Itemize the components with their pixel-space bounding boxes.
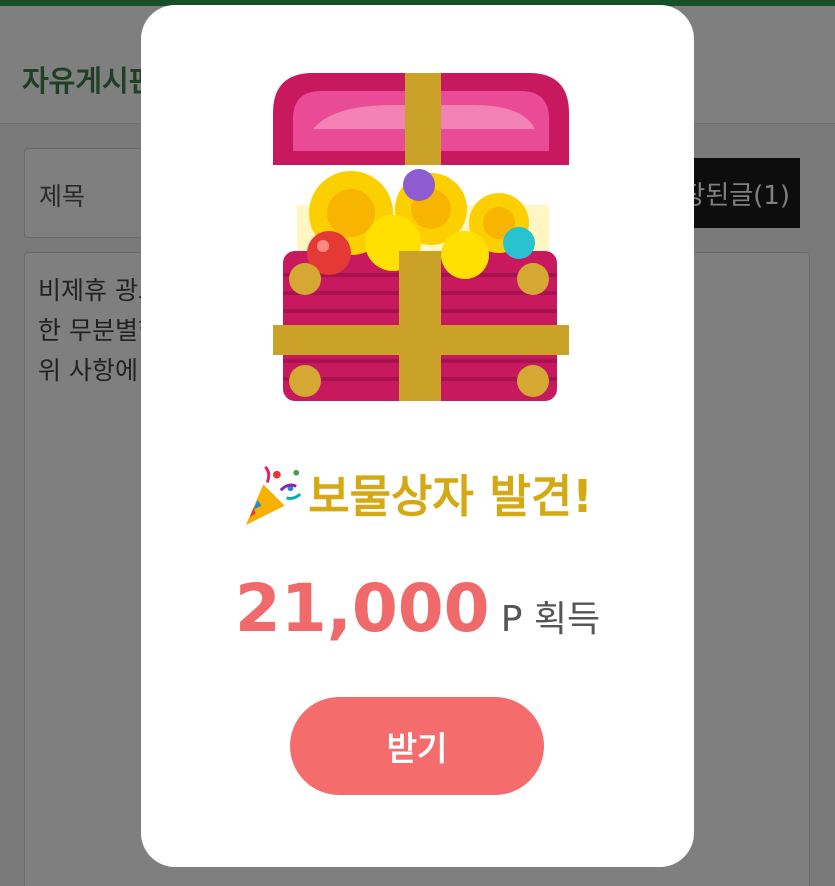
receive-button[interactable]: 받기 <box>290 697 544 795</box>
treasure-chest-icon <box>273 73 569 401</box>
modal-title-text: 보물상자 발견! <box>308 470 593 523</box>
treasure-modal: 보물상자 발견! 21,000 P 획득 받기 <box>141 5 694 867</box>
party-popper-icon <box>246 465 302 526</box>
reward-row: 21,000 P 획득 <box>141 570 694 647</box>
reward-amount: 21,000 <box>234 570 490 647</box>
reward-unit: P 획득 <box>500 599 601 640</box>
modal-title: 보물상자 발견! <box>141 460 694 531</box>
